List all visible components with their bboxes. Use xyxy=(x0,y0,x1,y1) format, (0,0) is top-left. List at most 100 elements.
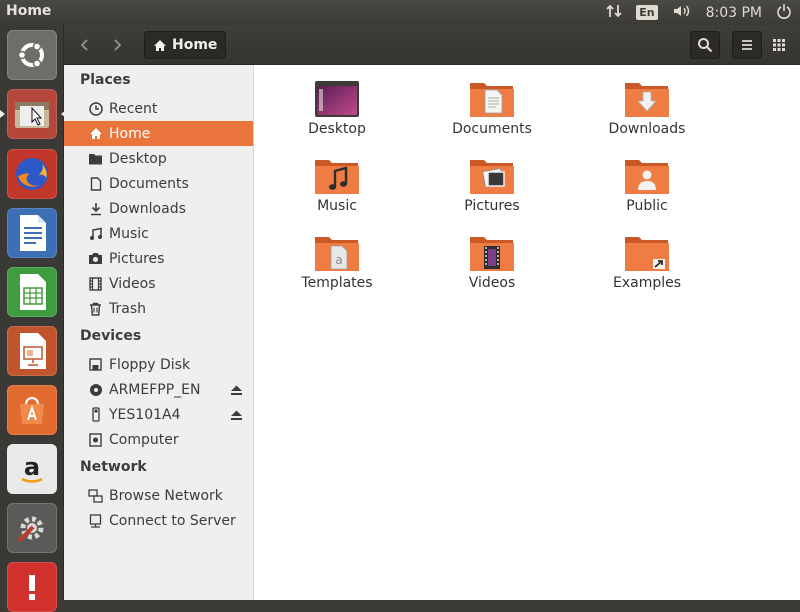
folder-music[interactable]: Music xyxy=(267,157,407,231)
search-button[interactable] xyxy=(690,31,720,59)
document-icon xyxy=(88,176,103,191)
firefox-icon[interactable] xyxy=(7,149,57,199)
music-folder-icon xyxy=(315,160,359,194)
sidebar-item-label: Desktop xyxy=(109,150,167,167)
list-icon xyxy=(742,40,752,50)
folder-templates[interactable]: a Templates xyxy=(267,234,407,308)
trash-icon xyxy=(88,301,103,316)
libreoffice-calc-icon[interactable] xyxy=(7,267,57,317)
folder-label: Desktop xyxy=(308,121,366,137)
home-icon xyxy=(88,126,103,141)
folder-videos[interactable]: Videos xyxy=(422,234,562,308)
libreoffice-writer-icon[interactable] xyxy=(7,208,57,258)
clock[interactable]: 8:03 PM xyxy=(706,5,762,21)
files-launcher-icon[interactable] xyxy=(0,89,66,139)
file-manager-window: Home Places Recent Home Desktop Document… xyxy=(64,25,800,600)
folder-downloads[interactable]: Downloads xyxy=(577,80,717,154)
music-icon xyxy=(88,226,103,241)
sidebar-item-label: Downloads xyxy=(109,200,186,217)
launcher: a xyxy=(0,25,66,612)
volume-icon[interactable] xyxy=(672,3,692,23)
film-icon xyxy=(88,276,103,291)
folder-documents[interactable]: Documents xyxy=(422,80,562,154)
sidebar-item-label: Floppy Disk xyxy=(109,356,191,373)
eject-icon[interactable] xyxy=(230,409,243,425)
sidebar-item-desktop[interactable]: Desktop xyxy=(64,146,253,171)
sidebar-item-floppy-disk[interactable]: Floppy Disk xyxy=(64,352,253,377)
chevron-left-icon xyxy=(80,39,88,51)
devices-heading: Devices xyxy=(80,328,142,344)
window-title: Home xyxy=(6,3,52,19)
sidebar-item-browse-network[interactable]: Browse Network xyxy=(64,483,253,508)
forward-button[interactable] xyxy=(102,31,132,59)
ubuntu-software-icon[interactable] xyxy=(7,385,57,435)
folder-label: Downloads xyxy=(608,121,686,137)
file-view: Desktop Documents Downloads Music Pictur… xyxy=(255,65,800,600)
sidebar-item-documents[interactable]: Documents xyxy=(64,171,253,196)
header-bar: Home xyxy=(64,25,800,65)
network-heading: Network xyxy=(80,459,147,475)
folder-examples[interactable]: Examples xyxy=(577,234,717,308)
sidebar-item-label: Trash xyxy=(109,300,146,317)
sidebar-item-connect-to-server[interactable]: Connect to Server xyxy=(64,508,253,533)
sidebar-item-label: Connect to Server xyxy=(109,512,236,529)
clock-icon xyxy=(88,101,103,116)
grid-view-button[interactable] xyxy=(764,31,794,59)
sidebar-item-trash[interactable]: Trash xyxy=(64,296,253,321)
search-icon xyxy=(698,38,713,53)
server-icon xyxy=(88,513,103,528)
svg-text:a: a xyxy=(24,453,40,481)
eject-icon[interactable] xyxy=(230,384,243,400)
sidebar-item-label: Videos xyxy=(109,275,156,292)
sidebar-item-label: Recent xyxy=(109,100,158,117)
software-updater-icon[interactable] xyxy=(7,562,57,612)
pictures-folder-icon xyxy=(470,160,514,194)
libreoffice-impress-icon[interactable] xyxy=(7,326,57,376)
sidebar-item-music[interactable]: Music xyxy=(64,221,253,246)
folder-desktop[interactable]: Desktop xyxy=(267,80,407,154)
sidebar-item-label: YES101A4 xyxy=(109,406,181,423)
folder-label: Examples xyxy=(612,275,682,291)
svg-text:a: a xyxy=(335,253,342,267)
floppy-icon xyxy=(88,357,103,372)
public-folder-icon xyxy=(625,160,669,194)
top-panel: Home En 8:03 PM xyxy=(0,0,800,25)
sidebar-item-pictures[interactable]: Pictures xyxy=(64,246,253,271)
sidebar: Places Recent Home Desktop Documents Dow… xyxy=(64,65,254,600)
documents-folder-icon xyxy=(470,83,514,117)
folder-label: Pictures xyxy=(464,198,520,214)
folder-public[interactable]: Public xyxy=(577,157,717,231)
back-button[interactable] xyxy=(70,31,100,59)
computer-icon xyxy=(88,432,103,447)
sidebar-item-videos[interactable]: Videos xyxy=(64,271,253,296)
grid-icon xyxy=(773,39,785,51)
system-settings-icon[interactable] xyxy=(7,503,57,553)
folder-pictures[interactable]: Pictures xyxy=(422,157,562,231)
power-icon[interactable] xyxy=(776,3,792,23)
folder-icon xyxy=(88,151,103,166)
amazon-icon[interactable]: a xyxy=(7,444,57,494)
sidebar-item-label: Home xyxy=(109,125,151,142)
sidebar-item-downloads[interactable]: Downloads xyxy=(64,196,253,221)
ubuntu-dash-icon[interactable] xyxy=(7,30,57,80)
sidebar-item-computer[interactable]: Computer xyxy=(64,427,253,452)
list-view-button[interactable] xyxy=(732,31,762,59)
sidebar-item-armefpp-en[interactable]: ARMEFPP_EN xyxy=(64,377,253,402)
keyboard-language-indicator[interactable]: En xyxy=(636,5,658,20)
sidebar-item-label: Browse Network xyxy=(109,487,223,504)
sidebar-item-home[interactable]: Home xyxy=(64,121,253,146)
breadcrumb-home-button[interactable]: Home xyxy=(144,31,227,59)
sidebar-item-yes101a4[interactable]: YES101A4 xyxy=(64,402,253,427)
desktop-folder-icon xyxy=(315,81,359,117)
folder-label: Videos xyxy=(468,275,516,291)
folder-label: Music xyxy=(317,198,357,214)
system-tray: En 8:03 PM xyxy=(606,0,792,25)
camera-icon xyxy=(88,251,103,266)
downloads-folder-icon xyxy=(625,83,669,117)
network-arrows-icon[interactable] xyxy=(606,3,622,23)
chevron-right-icon xyxy=(114,39,122,51)
folder-label: Templates xyxy=(301,275,373,291)
download-icon xyxy=(88,201,103,216)
sidebar-item-recent[interactable]: Recent xyxy=(64,96,253,121)
network-icon xyxy=(88,488,103,503)
